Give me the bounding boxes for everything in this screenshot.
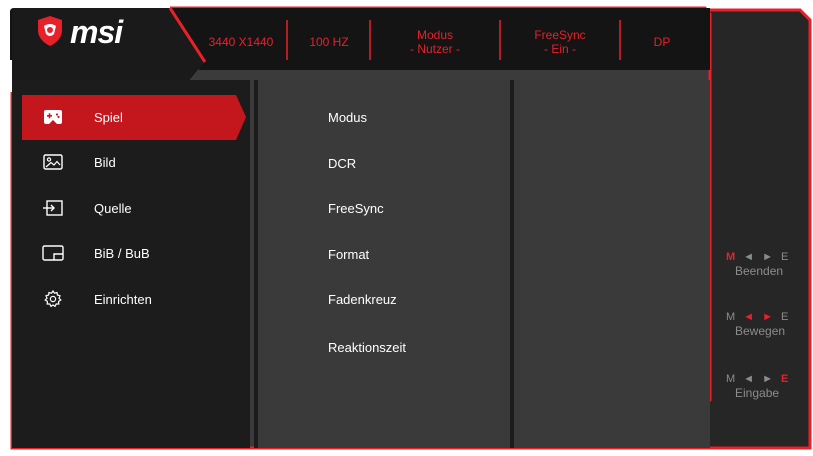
menu-item-bib-bub[interactable]: BiB / BuB	[22, 232, 252, 274]
submenu-item-fadenkreuz[interactable]: Fadenkreuz	[328, 290, 397, 310]
submenu-item-modus[interactable]: Modus	[328, 108, 367, 128]
hint-exit: M ◄ ► E Beenden	[726, 250, 806, 278]
brand-logo: msi	[70, 14, 123, 50]
hint-enter: M ◄ ► E Eingabe	[726, 372, 806, 400]
key-right: ►	[762, 373, 773, 385]
status-refresh: 100 HZ	[309, 35, 349, 49]
hint-move-label: Bewegen	[735, 324, 786, 338]
pip-icon	[42, 242, 64, 264]
menu-item-label: Spiel	[94, 109, 123, 125]
gamepad-icon	[42, 106, 64, 128]
status-resolution: 3440 X1440	[208, 35, 274, 49]
key-left: ◄	[743, 311, 755, 323]
submenu-item-freesync[interactable]: FreeSync	[328, 199, 384, 219]
key-e: E	[780, 251, 789, 263]
hint-exit-label: Beenden	[735, 264, 784, 278]
status-mode: Modus - Nutzer -	[409, 28, 460, 56]
image-icon	[42, 151, 64, 173]
menu-item-bild[interactable]: Bild	[22, 141, 252, 183]
key-right: ►	[762, 311, 773, 323]
submenu-column	[258, 80, 510, 448]
menu-item-label: Bild	[94, 154, 116, 170]
key-m: M	[726, 251, 736, 263]
key-e: E	[780, 311, 789, 323]
key-left: ◄	[743, 373, 755, 385]
menu-item-quelle[interactable]: Quelle	[22, 187, 252, 229]
submenu-item-format[interactable]: Format	[328, 245, 369, 265]
key-e: E	[780, 373, 789, 385]
submenu-item-reaktionszeit[interactable]: Reaktionszeit	[328, 338, 406, 358]
key-left: ◄	[743, 251, 755, 263]
key-m: M	[726, 311, 736, 323]
status-freesync: FreeSync - Ein -	[534, 28, 586, 56]
key-right: ►	[762, 251, 773, 263]
menu-item-label: Einrichten	[94, 291, 152, 307]
menu-item-einrichten[interactable]: Einrichten	[22, 278, 252, 320]
menu-item-spiel[interactable]: Spiel	[22, 96, 252, 138]
submenu-item-dcr[interactable]: DCR	[328, 154, 356, 174]
input-source-icon	[42, 197, 64, 219]
key-m: M	[726, 373, 736, 385]
hint-enter-label: Eingabe	[735, 386, 780, 400]
settings-gear-icon	[42, 288, 64, 310]
menu-item-label: Quelle	[94, 200, 132, 216]
brand-text: msi	[70, 14, 123, 50]
value-column	[514, 80, 710, 448]
status-input: DP	[653, 35, 671, 49]
menu-item-label: BiB / BuB	[94, 245, 150, 261]
hint-move: M ◄ ► E Bewegen	[726, 310, 806, 338]
